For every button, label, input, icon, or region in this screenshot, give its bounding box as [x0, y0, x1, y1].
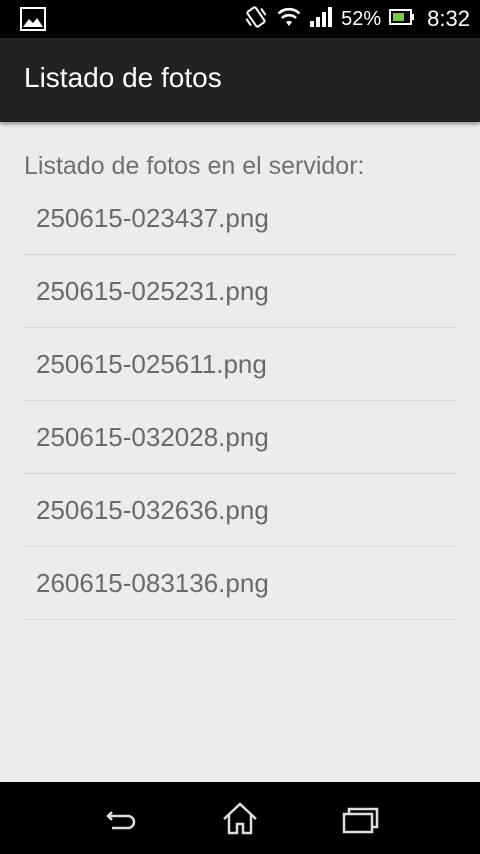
home-button[interactable]	[218, 800, 262, 840]
gallery-image-icon	[20, 7, 46, 35]
status-icons: 52% 8:32	[235, 0, 470, 38]
list-item[interactable]: 250615-032028.png	[24, 401, 456, 474]
status-bar: 52% 8:32	[0, 0, 480, 38]
content-area: Listado de fotos en el servidor: 250615-…	[0, 122, 480, 782]
list-item[interactable]: 250615-025231.png	[24, 255, 456, 328]
battery-icon	[389, 8, 415, 30]
action-bar: Listado de fotos	[0, 38, 480, 122]
signal-icon	[309, 6, 333, 32]
back-button[interactable]	[100, 800, 144, 840]
recent-apps-icon	[342, 807, 379, 834]
app-title: Listado de fotos	[24, 62, 222, 93]
wifi-icon	[277, 6, 301, 32]
home-icon	[223, 802, 257, 835]
list-item[interactable]: 250615-023437.png	[24, 182, 456, 255]
clock: 8:32	[427, 6, 470, 31]
vibrate-icon	[243, 4, 269, 34]
photo-list: 250615-023437.png 250615-025231.png 2506…	[24, 182, 456, 620]
list-heading: Listado de fotos en el servidor:	[24, 152, 365, 180]
list-item[interactable]: 260615-083136.png	[24, 547, 456, 620]
navigation-bar	[0, 782, 480, 854]
list-item[interactable]: 250615-032636.png	[24, 474, 456, 547]
list-item[interactable]: 250615-025611.png	[24, 328, 456, 401]
screen: 52% 8:32 Listado de fotos Listado de fot…	[0, 0, 480, 854]
recent-apps-button[interactable]	[338, 800, 382, 840]
battery-percent: 52%	[341, 7, 382, 30]
back-icon	[106, 811, 136, 830]
